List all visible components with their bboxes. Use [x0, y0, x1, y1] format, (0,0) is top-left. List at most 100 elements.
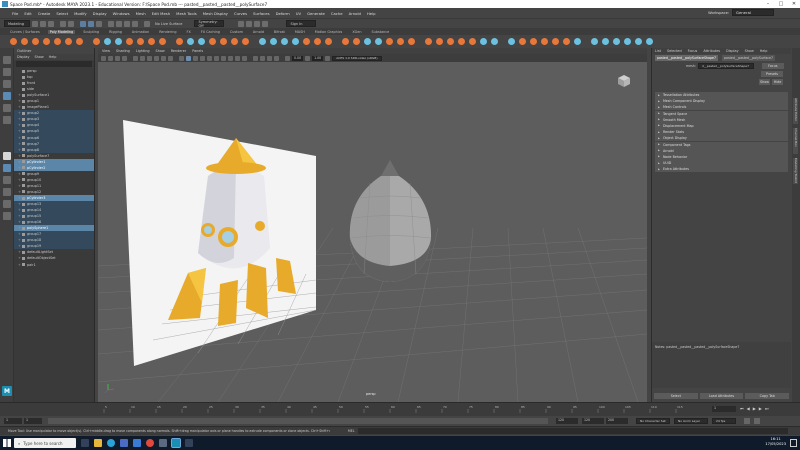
make-live-icon[interactable]	[144, 20, 150, 27]
menu-deform[interactable]: Deform	[276, 11, 290, 16]
menu-mesh-tools[interactable]: Mesh Tools	[176, 11, 197, 16]
current-frame-field[interactable]: 1	[712, 406, 736, 412]
expand-icon[interactable]: +	[18, 148, 21, 152]
menu-edit[interactable]: Edit	[24, 11, 31, 16]
ae-menu-selected[interactable]: Selected	[667, 49, 682, 53]
anim-layer-dropdown[interactable]: No Anim Layer	[674, 418, 708, 424]
step-back-icon[interactable]: ◀	[747, 406, 750, 411]
shelf-tool-icon[interactable]	[646, 38, 653, 45]
expand-icon[interactable]: +	[18, 226, 21, 230]
menu-curves[interactable]: Curves	[234, 11, 247, 16]
shelf-tool-icon[interactable]	[624, 38, 631, 45]
ae-section-header[interactable]: Tangent Space	[655, 110, 788, 117]
shelf-tool-icon[interactable]	[126, 38, 133, 45]
shelf-tab-custom[interactable]: Custom	[228, 30, 245, 34]
ae-copy-tab-button[interactable]: Copy Tab	[745, 393, 790, 399]
select-object-icon[interactable]	[88, 20, 94, 27]
expand-icon[interactable]: +	[18, 244, 21, 248]
step-forward-icon[interactable]: ▶	[759, 406, 762, 411]
ae-hide-button[interactable]: Hide	[772, 79, 783, 85]
menu-set-dropdown[interactable]: Modeling	[4, 20, 30, 27]
shelf-tool-icon[interactable]	[93, 38, 100, 45]
menu-generate[interactable]: Generate	[307, 11, 325, 16]
shelf-tab-poly-modeling[interactable]: Poly Modeling	[47, 29, 76, 34]
shelf-tool-icon[interactable]	[148, 38, 155, 45]
expand-icon[interactable]: +	[18, 178, 21, 182]
range-end-field[interactable]: 120	[582, 418, 604, 424]
shelf-tool-icon[interactable]	[635, 38, 642, 45]
shelf-tool-icon[interactable]	[292, 38, 299, 45]
sign-in-button[interactable]: Sign In	[286, 20, 317, 27]
go-to-start-icon[interactable]: ⏮	[740, 406, 744, 411]
playback-start-field[interactable]: 1	[24, 418, 42, 424]
shelf-tool-icon[interactable]	[21, 38, 28, 45]
shelf-tool-icon[interactable]	[176, 38, 183, 45]
shelf-tab-sculpting[interactable]: Sculpting	[81, 30, 101, 34]
expand-icon[interactable]: +	[18, 160, 21, 164]
snap-grid-icon[interactable]	[108, 20, 114, 27]
app-icon-photos[interactable]	[185, 439, 193, 447]
ae-show-button[interactable]: Show	[759, 79, 770, 85]
expand-icon[interactable]: +	[18, 256, 21, 260]
hypershade-icon[interactable]	[262, 20, 269, 27]
expand-icon[interactable]: +	[18, 93, 21, 97]
playback-end-field[interactable]: 120	[556, 418, 578, 424]
menu-cache[interactable]: Cache	[331, 11, 343, 16]
file-explorer-icon[interactable]	[94, 439, 102, 447]
shelf-tool-icon[interactable]	[220, 38, 227, 45]
render-icon[interactable]	[238, 20, 245, 27]
save-scene-icon[interactable]	[48, 20, 54, 27]
four-view-icon[interactable]	[3, 164, 11, 172]
shelf-tool-icon[interactable]	[209, 38, 216, 45]
shelf-tool-icon[interactable]	[469, 38, 476, 45]
go-to-end-icon[interactable]: ⏭	[765, 406, 769, 411]
expand-icon[interactable]: +	[18, 99, 21, 103]
ae-section-header[interactable]: Component Tags	[655, 141, 788, 148]
shelf-tool-icon[interactable]	[270, 38, 277, 45]
range-start-field[interactable]: 1	[4, 418, 22, 424]
ae-menu-display[interactable]: Display	[726, 49, 739, 53]
shelf-tab-substance[interactable]: Substance	[370, 30, 392, 34]
shelf-tool-icon[interactable]	[242, 38, 249, 45]
shelf-tool-icon[interactable]	[602, 38, 609, 45]
paint-select-tool-icon[interactable]	[3, 80, 11, 88]
ae-section-header[interactable]: Arnold	[655, 147, 788, 154]
shelf-tool-icon[interactable]	[159, 38, 166, 45]
edge-icon[interactable]	[107, 439, 115, 447]
ae-menu-attributes[interactable]: Attributes	[703, 49, 720, 53]
viewcube-icon[interactable]	[617, 74, 631, 88]
shelf-tool-icon[interactable]	[353, 38, 360, 45]
single-view-icon[interactable]	[3, 152, 11, 160]
expand-icon[interactable]: +	[18, 214, 21, 218]
notification-icon[interactable]	[790, 439, 797, 447]
mail-icon[interactable]	[133, 439, 141, 447]
ae-presets-button[interactable]: Presets	[761, 71, 783, 77]
windows-start-icon[interactable]	[3, 439, 11, 447]
range-slider-bar[interactable]	[48, 418, 548, 424]
expand-icon[interactable]: +	[18, 136, 21, 140]
menu-file[interactable]: File	[12, 11, 18, 16]
mel-label[interactable]: MEL	[348, 429, 355, 433]
close-button[interactable]: ✕	[788, 0, 800, 8]
snap-view-icon[interactable]	[132, 20, 138, 27]
shelf-tool-icon[interactable]	[508, 38, 515, 45]
expand-icon[interactable]: +	[18, 105, 21, 109]
outliner-menu-display[interactable]: Display	[17, 55, 30, 59]
app-icon-settings[interactable]	[159, 439, 167, 447]
menu-mesh[interactable]: Mesh	[136, 11, 146, 16]
character-set-dropdown[interactable]: No Character Set	[636, 418, 670, 424]
time-slider[interactable]: 5 10 15 20 25 30 35 40 45 50 55 60 65 70 75 80 85 90 95 100…	[0, 402, 800, 416]
expand-icon[interactable]: +	[18, 154, 21, 158]
expand-icon[interactable]: +	[18, 117, 21, 121]
expand-icon[interactable]: +	[18, 238, 21, 242]
ae-section-header[interactable]: Displacement Map	[655, 122, 788, 130]
ae-focus-button[interactable]: Focus	[761, 63, 784, 69]
symmetry-dropdown[interactable]: Symmetry: Off	[194, 20, 225, 28]
open-scene-icon[interactable]	[40, 20, 46, 27]
ae-load-attributes-button[interactable]: Load Attributes	[699, 393, 744, 399]
shelf-tool-icon[interactable]	[43, 38, 50, 45]
shelf-tool-icon[interactable]	[375, 38, 382, 45]
outliner-search-field[interactable]	[16, 61, 92, 67]
shelf-tool-icon[interactable]	[325, 38, 332, 45]
preferences-icon[interactable]	[754, 418, 760, 424]
